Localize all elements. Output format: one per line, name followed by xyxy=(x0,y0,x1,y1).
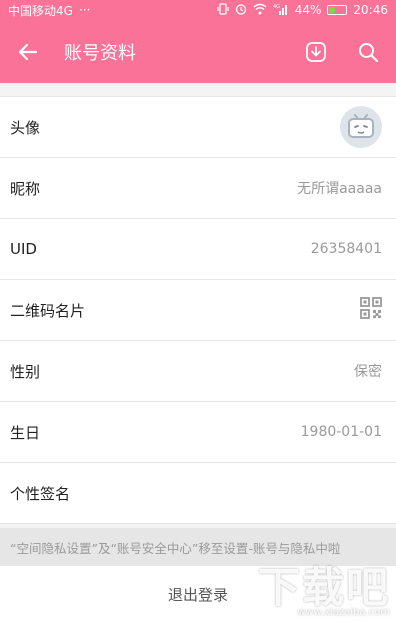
site-watermark: 下载吧 www.xiazaiba.com xyxy=(257,563,390,618)
battery-fill xyxy=(329,7,336,13)
row-avatar[interactable]: 头像 xyxy=(0,97,396,158)
row-label-qrcode: 二维码名片 xyxy=(10,301,86,320)
row-value-nickname: 无所谓aaaaa xyxy=(297,181,382,197)
row-label-signature: 个性签名 xyxy=(10,484,71,503)
row-label-gender: 性别 xyxy=(10,362,41,381)
status-left: 中国移动4G ··· xyxy=(8,2,90,19)
status-dots: ··· xyxy=(78,3,91,17)
settings-moved-notice: “空间隐私设置”及“账号安全中心”移至设置-账号与隐私中啦 xyxy=(0,528,396,566)
row-label-birthday: 生日 xyxy=(10,423,41,442)
carrier-label: 中国移动4G xyxy=(8,3,73,18)
download-button[interactable] xyxy=(302,38,330,66)
row-label-nickname: 昵称 xyxy=(10,179,41,198)
profile-list: 头像 昵称 无所谓aaaaa UID 26358401 二维码名片 性别 保密 … xyxy=(0,96,396,524)
status-bar: 中国移动4G ··· 4G 44% 20:46 xyxy=(0,0,396,20)
row-label-uid: UID xyxy=(10,240,37,258)
row-uid[interactable]: UID 26358401 xyxy=(0,219,396,280)
row-value-gender: 保密 xyxy=(354,364,382,380)
signal-icon: 4G xyxy=(273,3,289,17)
back-arrow-icon xyxy=(18,43,38,60)
battery-icon xyxy=(327,5,348,15)
page-title: 账号资料 xyxy=(64,42,136,64)
watermark-main: 下载吧 xyxy=(257,563,390,612)
search-icon xyxy=(359,42,379,62)
row-birthday[interactable]: 生日 1980-01-01 xyxy=(0,402,396,463)
row-value-uid: 26358401 xyxy=(310,241,382,257)
alarm-icon xyxy=(235,3,247,17)
bilibili-tv-icon xyxy=(348,114,374,138)
back-button[interactable] xyxy=(14,38,42,66)
row-label-avatar: 头像 xyxy=(10,118,41,137)
row-gender[interactable]: 性别 保密 xyxy=(0,341,396,402)
search-button[interactable] xyxy=(354,38,382,66)
row-value-birthday: 1980-01-01 xyxy=(300,424,382,440)
row-nickname[interactable]: 昵称 无所谓aaaaa xyxy=(0,158,396,219)
vibrate-icon xyxy=(217,3,229,17)
status-right: 4G 44% 20:46 xyxy=(217,3,388,17)
battery-percent: 44% xyxy=(294,3,322,17)
row-signature[interactable]: 个性签名 xyxy=(0,463,396,524)
avatar[interactable] xyxy=(340,106,382,148)
svg-text:4G: 4G xyxy=(273,4,280,10)
clock: 20:46 xyxy=(353,3,388,17)
row-qrcode[interactable]: 二维码名片 xyxy=(0,280,396,341)
qr-code-icon[interactable] xyxy=(360,297,382,323)
wifi-icon xyxy=(253,3,267,17)
app-bar: 账号资料 xyxy=(0,20,396,83)
download-icon xyxy=(306,41,326,62)
